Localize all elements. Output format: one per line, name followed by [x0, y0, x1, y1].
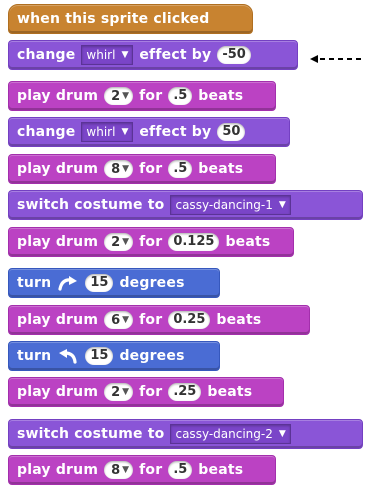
block-keyword: for — [139, 88, 163, 104]
block-keyword: switch costume to — [17, 426, 165, 442]
drum-dropdown[interactable]: 6 ▼ — [104, 311, 134, 329]
drum-dropdown-value: 6 — [111, 312, 121, 328]
block-keyword: beats — [198, 161, 244, 177]
block-keyword: degrees — [119, 275, 185, 291]
effect-dropdown[interactable]: whirl ▼ — [81, 45, 134, 65]
degrees-input[interactable]: 15 — [85, 274, 114, 292]
chevron-down-icon: ▼ — [122, 164, 130, 174]
block-keyword: play drum — [17, 161, 99, 177]
chevron-down-icon: ▼ — [122, 91, 130, 101]
block-keyword: degrees — [119, 348, 185, 364]
beats-input[interactable]: .5 — [168, 87, 193, 105]
chevron-down-icon: ▼ — [278, 429, 286, 439]
drum-dropdown[interactable]: 2 ▼ — [104, 233, 134, 251]
beats-input[interactable]: .5 — [168, 160, 193, 178]
chevron-down-icon: ▼ — [121, 50, 129, 60]
block-keyword: play drum — [17, 234, 99, 250]
when-sprite-clicked-hat-block[interactable]: when this sprite clicked — [8, 4, 253, 34]
block-keyword: play drum — [17, 312, 99, 328]
block-keyword: switch costume to — [17, 197, 165, 213]
chevron-down-icon: ▼ — [122, 465, 130, 475]
costume-dropdown[interactable]: cassy-dancing-1 ▼ — [170, 195, 291, 215]
change-effect-block[interactable]: change whirl ▼ effect by 50 — [8, 117, 290, 147]
effect-dropdown-value: whirl — [86, 48, 116, 62]
block-keyword: play drum — [17, 384, 99, 400]
effect-dropdown[interactable]: whirl ▼ — [81, 122, 134, 142]
chevron-down-icon: ▼ — [122, 237, 130, 247]
block-keyword: for — [139, 462, 163, 478]
block-keyword: turn — [17, 348, 52, 364]
beats-input[interactable]: 0.25 — [168, 311, 211, 329]
chevron-down-icon: ▼ — [278, 200, 286, 210]
block-keyword: for — [139, 161, 163, 177]
block-keyword: play drum — [17, 88, 99, 104]
play-drum-block[interactable]: play drum 2 ▼ for 0.125 beats — [8, 227, 294, 257]
drum-dropdown-value: 2 — [111, 384, 121, 400]
effect-amount-input[interactable]: -50 — [217, 46, 251, 64]
chevron-down-icon: ▼ — [121, 127, 129, 137]
block-keyword: turn — [17, 275, 52, 291]
play-drum-block[interactable]: play drum 6 ▼ for 0.25 beats — [8, 305, 310, 335]
block-keyword: change — [17, 124, 76, 140]
play-drum-block[interactable]: play drum 8 ▼ for .5 beats — [8, 154, 276, 184]
effect-amount-input[interactable]: 50 — [217, 123, 246, 141]
costume-dropdown-value: cassy-dancing-1 — [175, 198, 273, 212]
block-keyword: change — [17, 47, 76, 63]
beats-input[interactable]: .25 — [168, 383, 202, 401]
costume-dropdown-value: cassy-dancing-2 — [175, 427, 273, 441]
play-drum-block[interactable]: play drum 2 ▼ for .25 beats — [8, 377, 284, 407]
change-effect-block[interactable]: change whirl ▼ effect by -50 — [8, 40, 298, 70]
block-keyword: beats — [225, 234, 271, 250]
drum-dropdown-value: 2 — [111, 88, 121, 104]
switch-costume-block[interactable]: switch costume to cassy-dancing-2 ▼ — [8, 419, 363, 449]
dashed-arrow-icon — [310, 55, 365, 63]
play-drum-block[interactable]: play drum 8 ▼ for .5 beats — [8, 455, 276, 485]
block-keyword: effect by — [139, 47, 212, 63]
beats-input[interactable]: 0.125 — [168, 233, 220, 251]
play-drum-block[interactable]: play drum 2 ▼ for .5 beats — [8, 81, 276, 111]
switch-costume-block[interactable]: switch costume to cassy-dancing-1 ▼ — [8, 190, 363, 220]
block-keyword: effect by — [139, 124, 212, 140]
beats-input[interactable]: .5 — [168, 461, 193, 479]
block-keyword: for — [139, 312, 163, 328]
hat-block-label: when this sprite clicked — [17, 11, 210, 27]
block-keyword: beats — [198, 88, 244, 104]
block-keyword: for — [139, 234, 163, 250]
drum-dropdown-value: 8 — [111, 161, 121, 177]
effect-dropdown-value: whirl — [86, 125, 116, 139]
turn-clockwise-block[interactable]: turn 15 degrees — [8, 268, 220, 298]
block-keyword: play drum — [17, 462, 99, 478]
block-keyword: beats — [216, 312, 262, 328]
turn-counterclockwise-block[interactable]: turn 15 degrees — [8, 341, 220, 371]
chevron-down-icon: ▼ — [122, 387, 130, 397]
block-keyword: for — [139, 384, 163, 400]
rotate-clockwise-icon — [57, 275, 79, 291]
drum-dropdown[interactable]: 8 ▼ — [104, 160, 134, 178]
drum-dropdown-value: 8 — [111, 462, 121, 478]
drum-dropdown-value: 2 — [111, 234, 121, 250]
block-keyword: beats — [207, 384, 253, 400]
drum-dropdown[interactable]: 2 ▼ — [104, 87, 134, 105]
chevron-down-icon: ▼ — [122, 315, 130, 325]
drum-dropdown[interactable]: 2 ▼ — [104, 383, 134, 401]
drum-dropdown[interactable]: 8 ▼ — [104, 461, 134, 479]
costume-dropdown[interactable]: cassy-dancing-2 ▼ — [170, 424, 291, 444]
degrees-input[interactable]: 15 — [85, 347, 114, 365]
block-keyword: beats — [198, 462, 244, 478]
rotate-counterclockwise-icon — [57, 348, 79, 364]
